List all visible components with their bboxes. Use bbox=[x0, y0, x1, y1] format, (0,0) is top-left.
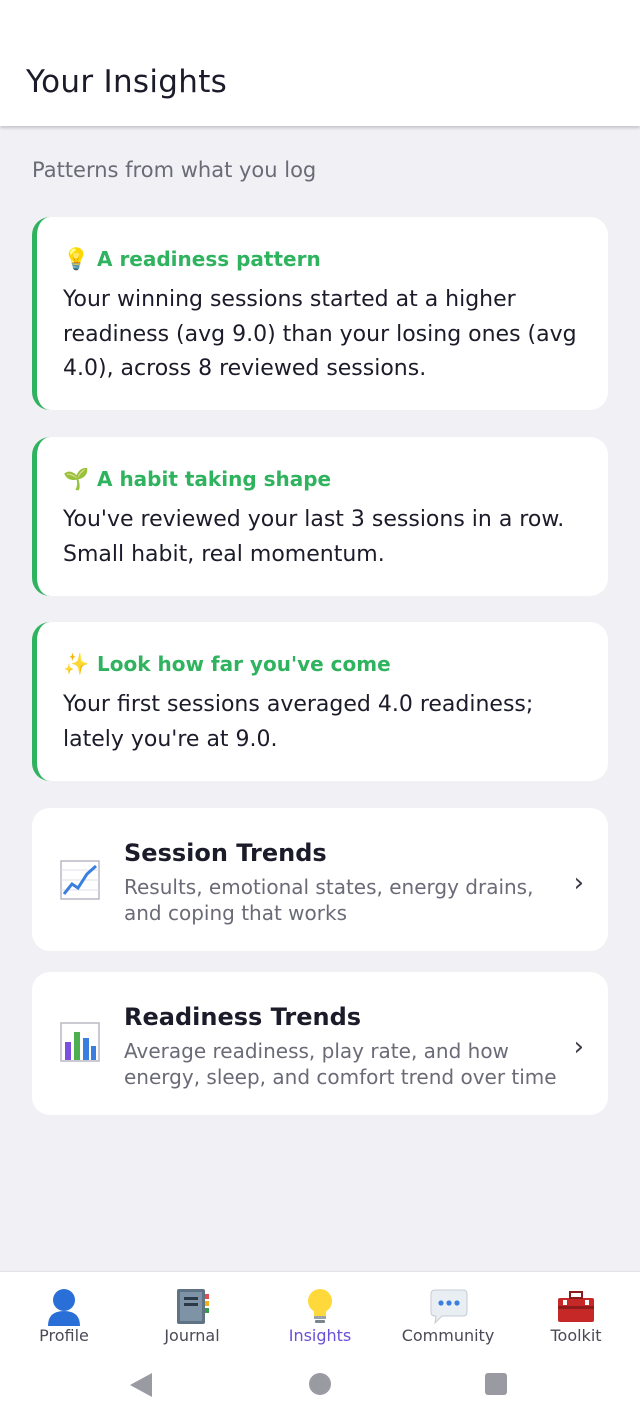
tab-journal[interactable]: Journal bbox=[128, 1272, 256, 1357]
insight-heading: 💡 A readiness pattern bbox=[63, 245, 582, 273]
recent-apps-icon[interactable] bbox=[485, 1373, 507, 1395]
seedling-icon: 🌱 bbox=[63, 466, 90, 491]
tab-label: Community bbox=[401, 1326, 495, 1345]
insight-title: A readiness pattern bbox=[97, 247, 321, 271]
insight-card-readiness-pattern: 💡 A readiness pattern Your winning sessi… bbox=[32, 217, 608, 410]
chevron-right-icon: › bbox=[573, 868, 584, 898]
insight-title: Look how far you've come bbox=[97, 652, 391, 676]
toolbox-icon bbox=[558, 1291, 594, 1322]
back-icon[interactable] bbox=[130, 1373, 152, 1397]
tab-community[interactable]: Community bbox=[384, 1272, 512, 1357]
lightbulb-icon: 💡 bbox=[63, 246, 90, 271]
page-subtitle: Patterns from what you log bbox=[32, 158, 317, 182]
speech-bubble-icon bbox=[430, 1289, 468, 1325]
insight-body: Your first sessions averaged 4.0 readine… bbox=[63, 692, 534, 752]
page-title: Your Insights bbox=[26, 64, 228, 100]
insight-card-progress: ✨ Look how far you've come Your first se… bbox=[32, 622, 608, 781]
tab-label: Profile bbox=[39, 1326, 89, 1345]
session-trends-title: Session Trends bbox=[124, 839, 327, 867]
insight-body: Your winning sessions started at a highe… bbox=[63, 287, 577, 381]
insight-card-habit: 🌱 A habit taking shape You've reviewed y… bbox=[32, 437, 608, 596]
tab-profile[interactable]: Profile bbox=[0, 1272, 128, 1357]
system-navigation-bar bbox=[0, 1357, 640, 1422]
lightbulb-icon bbox=[308, 1289, 332, 1323]
readiness-trends-card[interactable]: Readiness Trends Average readiness, play… bbox=[32, 972, 608, 1115]
app-header: Your Insights bbox=[0, 0, 640, 126]
readiness-trends-description: Average readiness, play rate, and how en… bbox=[124, 1039, 557, 1089]
notebook-icon bbox=[177, 1289, 209, 1324]
tab-label: Insights bbox=[288, 1326, 352, 1345]
readiness-trends-title: Readiness Trends bbox=[124, 1003, 362, 1031]
insight-heading: ✨ Look how far you've come bbox=[63, 650, 582, 678]
bar-chart-icon bbox=[60, 1022, 100, 1062]
chevron-right-icon: › bbox=[573, 1032, 584, 1062]
bottom-tab-bar: Profile Journal Insights Community Toolk… bbox=[0, 1271, 640, 1357]
insight-body: You've reviewed your last 3 sessions in … bbox=[63, 507, 565, 567]
tab-label: Journal bbox=[164, 1326, 220, 1345]
sparkles-icon: ✨ bbox=[63, 651, 90, 676]
person-icon bbox=[48, 1289, 80, 1326]
session-trends-card[interactable]: Session Trends Results, emotional states… bbox=[32, 808, 608, 951]
session-trends-description: Results, emotional states, energy drains… bbox=[124, 875, 534, 925]
home-icon[interactable] bbox=[309, 1373, 331, 1395]
tab-label: Toolkit bbox=[550, 1326, 602, 1345]
insight-title: A habit taking shape bbox=[97, 467, 332, 491]
line-chart-icon bbox=[60, 860, 100, 900]
tab-toolkit[interactable]: Toolkit bbox=[512, 1272, 640, 1357]
tab-insights[interactable]: Insights bbox=[256, 1272, 384, 1357]
insight-heading: 🌱 A habit taking shape bbox=[63, 465, 582, 493]
